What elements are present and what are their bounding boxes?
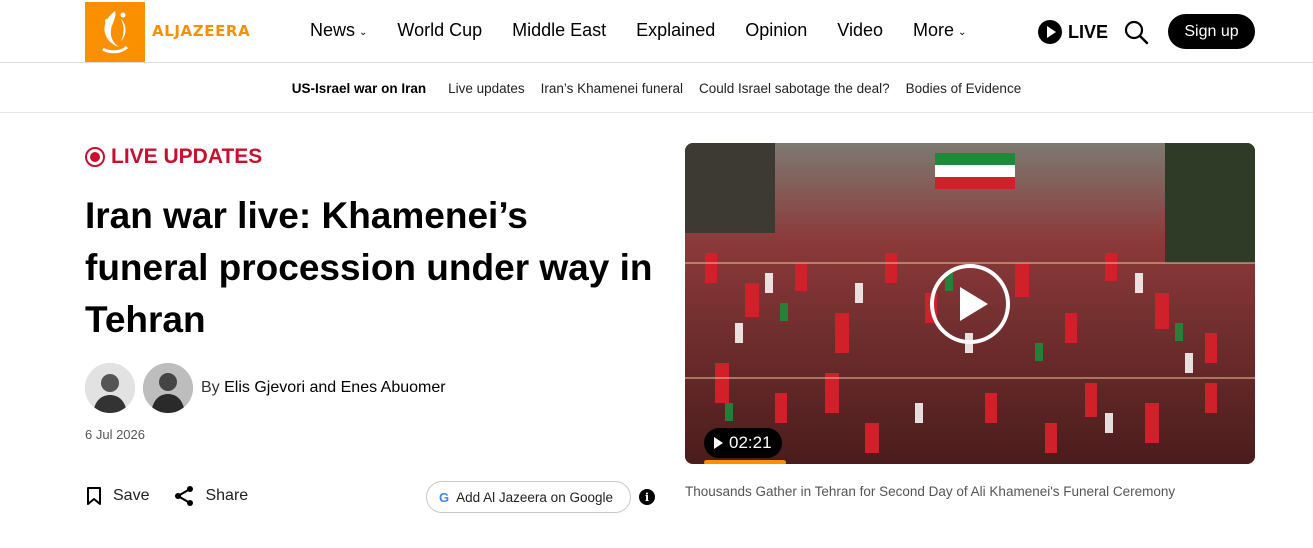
- nav-item-explained[interactable]: Explained: [636, 20, 715, 41]
- badge-label: LIVE UPDATES: [111, 145, 263, 168]
- nav-item-news[interactable]: News ⌄: [310, 20, 367, 41]
- duration-label: 02:21: [729, 433, 772, 452]
- article-headline: Iran war live: Khamenei’s funeral proces…: [85, 195, 653, 340]
- article-actions: Save Share: [85, 485, 272, 507]
- byline-text: By Elis Gjevori and Enes Abuomer: [201, 379, 446, 397]
- nav-item-label: World Cup: [397, 20, 483, 40]
- nav-item-label: More: [912, 20, 954, 40]
- nav-item-video[interactable]: Video: [837, 20, 883, 41]
- author-byline: By Elis Gjevori and Enes Abuomer: [85, 363, 446, 413]
- save-label: Save: [113, 487, 150, 504]
- save-button[interactable]: Save: [85, 486, 149, 506]
- author-names[interactable]: Elis Gjevori and Enes Abuomer: [224, 379, 445, 396]
- play-icon: [714, 437, 723, 449]
- video-duration: 02:21: [704, 428, 782, 458]
- nav-item-label: Explained: [636, 20, 716, 40]
- video-player[interactable]: 02:21: [685, 143, 1255, 464]
- share-button[interactable]: Share: [173, 485, 248, 507]
- play-icon[interactable]: [930, 264, 1010, 344]
- subnav-link-israel-sabotage[interactable]: Could Israel sabotage the deal?: [699, 81, 890, 96]
- google-button-label: Add Al Jazeera on Google: [456, 489, 613, 505]
- subnav-link-live-updates[interactable]: Live updates: [448, 81, 525, 96]
- live-dot-icon: [85, 147, 105, 167]
- live-updates-badge: LIVE UPDATES: [85, 145, 262, 169]
- video-caption: Thousands Gather in Tehran for Second Da…: [685, 484, 1176, 499]
- nav-item-label: Middle East: [512, 20, 607, 40]
- search-icon[interactable]: [1123, 19, 1149, 45]
- share-label: Share: [205, 487, 249, 504]
- video-progress-bar: [704, 460, 786, 464]
- subnav-link-khamenei-funeral[interactable]: Iran’s Khamenei funeral: [541, 81, 683, 96]
- byline-prefix: By: [201, 379, 220, 396]
- chevron-down-icon: ⌄: [359, 26, 368, 38]
- nav-item-middle-east[interactable]: Middle East: [512, 20, 606, 41]
- top-navigation-bar: ALJAZEERA News ⌄ World Cup Middle East Ex…: [0, 0, 1313, 63]
- main-nav: News ⌄ World Cup Middle East Explained Op…: [310, 20, 996, 41]
- bookmark-icon: [87, 487, 101, 505]
- logo-wordmark[interactable]: ALJAZEERA: [152, 22, 250, 40]
- avatar[interactable]: [143, 363, 193, 413]
- nav-item-opinion[interactable]: Opinion: [745, 20, 807, 41]
- nav-item-label: Opinion: [745, 20, 808, 40]
- info-icon[interactable]: i: [639, 489, 655, 505]
- publish-date: 6 Jul 2026: [85, 427, 145, 442]
- live-button[interactable]: LIVE: [1038, 20, 1108, 44]
- nav-item-label: Video: [837, 20, 883, 40]
- chevron-down-icon: ⌄: [958, 26, 967, 38]
- nav-item-more[interactable]: More ⌄: [913, 20, 966, 41]
- google-icon: G: [439, 489, 450, 505]
- add-on-google-button[interactable]: G Add Al Jazeera on Google: [426, 481, 631, 513]
- subnav-title: US-Israel war on Iran: [291, 80, 427, 96]
- nav-item-world-cup[interactable]: World Cup: [397, 20, 482, 41]
- play-icon: [1038, 20, 1062, 44]
- live-label: LIVE: [1068, 21, 1109, 42]
- sign-up-button[interactable]: Sign up: [1168, 14, 1255, 49]
- share-icon: [175, 486, 194, 506]
- logo-icon[interactable]: [85, 2, 145, 62]
- avatar[interactable]: [85, 363, 135, 413]
- nav-item-label: News: [310, 20, 356, 40]
- subnav-link-bodies-of-evidence[interactable]: Bodies of Evidence: [906, 81, 1022, 96]
- topic-subnav: US-Israel war on Iran Live updates Iran’…: [0, 64, 1313, 113]
